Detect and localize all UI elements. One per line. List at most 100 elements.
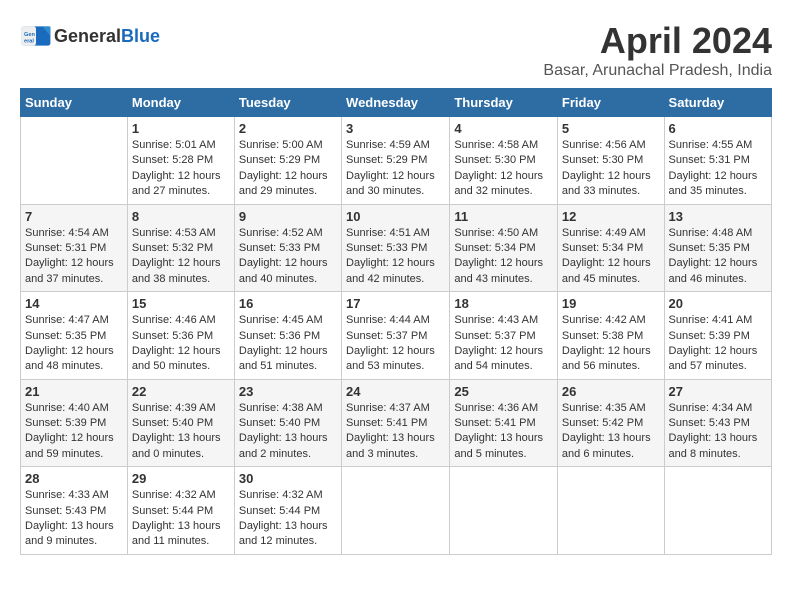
day-number: 14: [25, 296, 123, 311]
calendar-cell: 11 Sunrise: 4:50 AM Sunset: 5:34 PM Dayli…: [450, 204, 558, 292]
logo-blue-text: Blue: [121, 26, 160, 46]
calendar-cell: [21, 117, 128, 205]
day-number: 23: [239, 384, 337, 399]
day-info: Sunrise: 4:43 AM Sunset: 5:37 PM Dayligh…: [454, 313, 553, 375]
day-number: 18: [454, 296, 553, 311]
day-number: 20: [669, 296, 767, 311]
day-info: Sunrise: 5:01 AM Sunset: 5:28 PM Dayligh…: [132, 138, 230, 200]
calendar-cell: 12Sunrise: 4:49 AM Sunset: 5:34 PM Dayli…: [557, 204, 664, 292]
day-number: 27: [669, 384, 767, 399]
logo-general-text: General: [54, 26, 121, 46]
day-info: Sunrise: 4:55 AM Sunset: 5:31 PM Dayligh…: [669, 138, 767, 200]
calendar-cell: 15 Sunrise: 4:46 AM Sunset: 5:36 PM Dayli…: [127, 292, 234, 380]
day-number: 9: [239, 209, 337, 224]
day-info: Sunrise: 4:35 AM Sunset: 5:42 PM Dayligh…: [562, 401, 660, 463]
day-number: 17: [346, 296, 445, 311]
day-number: 26: [562, 384, 660, 399]
week-row-3: 14 Sunrise: 4:47 AM Sunset: 5:35 PM Dayli…: [21, 292, 772, 380]
calendar-cell: [557, 467, 664, 555]
day-info: Sunrise: 4:41 AM Sunset: 5:39 PM Dayligh…: [669, 313, 767, 375]
day-number: 15: [132, 296, 230, 311]
day-info: Sunrise: 4:46 AM Sunset: 5:36 PM Dayligh…: [132, 313, 230, 375]
calendar-cell: [664, 467, 771, 555]
day-number: 30: [239, 471, 337, 486]
calendar-cell: 8 Sunrise: 4:53 AM Sunset: 5:32 PM Daylig…: [127, 204, 234, 292]
day-number: 7: [25, 209, 123, 224]
calendar-cell: 21 Sunrise: 4:40 AM Sunset: 5:39 PM Dayli…: [21, 379, 128, 467]
day-number: 22: [132, 384, 230, 399]
calendar-cell: 9 Sunrise: 4:52 AM Sunset: 5:33 PM Daylig…: [234, 204, 341, 292]
calendar-cell: 19Sunrise: 4:42 AM Sunset: 5:38 PM Dayli…: [557, 292, 664, 380]
calendar-cell: 29 Sunrise: 4:32 AM Sunset: 5:44 PM Dayli…: [127, 467, 234, 555]
column-header-sunday: Sunday: [21, 89, 128, 117]
calendar-cell: [342, 467, 450, 555]
calendar-cell: 13Sunrise: 4:48 AM Sunset: 5:35 PM Dayli…: [664, 204, 771, 292]
day-number: 4: [454, 121, 553, 136]
svg-text:eral: eral: [24, 38, 34, 44]
column-header-tuesday: Tuesday: [234, 89, 341, 117]
day-info: Sunrise: 4:53 AM Sunset: 5:32 PM Dayligh…: [132, 226, 230, 288]
day-info: Sunrise: 4:38 AM Sunset: 5:40 PM Dayligh…: [239, 401, 337, 463]
calendar-cell: 25Sunrise: 4:36 AM Sunset: 5:41 PM Dayli…: [450, 379, 558, 467]
day-number: 2: [239, 121, 337, 136]
day-info: Sunrise: 4:39 AM Sunset: 5:40 PM Dayligh…: [132, 401, 230, 463]
day-info: Sunrise: 4:52 AM Sunset: 5:33 PM Dayligh…: [239, 226, 337, 288]
calendar-cell: 24Sunrise: 4:37 AM Sunset: 5:41 PM Dayli…: [342, 379, 450, 467]
day-number: 3: [346, 121, 445, 136]
day-info: Sunrise: 4:54 AM Sunset: 5:31 PM Dayligh…: [25, 226, 123, 288]
calendar-title: April 2024: [543, 20, 772, 62]
calendar-cell: 26 Sunrise: 4:35 AM Sunset: 5:42 PM Dayli…: [557, 379, 664, 467]
calendar-cell: 4Sunrise: 4:58 AM Sunset: 5:30 PM Daylig…: [450, 117, 558, 205]
column-header-monday: Monday: [127, 89, 234, 117]
calendar-cell: 18 Sunrise: 4:43 AM Sunset: 5:37 PM Dayli…: [450, 292, 558, 380]
day-number: 16: [239, 296, 337, 311]
calendar-cell: 7 Sunrise: 4:54 AM Sunset: 5:31 PM Daylig…: [21, 204, 128, 292]
column-header-wednesday: Wednesday: [342, 89, 450, 117]
day-number: 5: [562, 121, 660, 136]
calendar-cell: 23 Sunrise: 4:38 AM Sunset: 5:40 PM Dayli…: [234, 379, 341, 467]
day-info: Sunrise: 4:59 AM Sunset: 5:29 PM Dayligh…: [346, 138, 445, 200]
day-number: 29: [132, 471, 230, 486]
title-block: April 2024 Basar, Arunachal Pradesh, Ind…: [543, 20, 772, 80]
day-info: Sunrise: 4:37 AM Sunset: 5:41 PM Dayligh…: [346, 401, 445, 463]
day-info: Sunrise: 4:44 AM Sunset: 5:37 PM Dayligh…: [346, 313, 445, 375]
day-number: 6: [669, 121, 767, 136]
week-row-4: 21 Sunrise: 4:40 AM Sunset: 5:39 PM Dayli…: [21, 379, 772, 467]
column-header-friday: Friday: [557, 89, 664, 117]
calendar-cell: 16 Sunrise: 4:45 AM Sunset: 5:36 PM Dayli…: [234, 292, 341, 380]
day-info: Sunrise: 4:51 AM Sunset: 5:33 PM Dayligh…: [346, 226, 445, 288]
day-number: 8: [132, 209, 230, 224]
logo-icon: Gen eral: [20, 20, 52, 52]
calendar-cell: 17 Sunrise: 4:44 AM Sunset: 5:37 PM Dayli…: [342, 292, 450, 380]
calendar-table: SundayMondayTuesdayWednesdayThursdayFrid…: [20, 88, 772, 555]
calendar-cell: 20 Sunrise: 4:41 AM Sunset: 5:39 PM Dayli…: [664, 292, 771, 380]
week-row-5: 28 Sunrise: 4:33 AM Sunset: 5:43 PM Dayli…: [21, 467, 772, 555]
day-info: Sunrise: 4:50 AM Sunset: 5:34 PM Dayligh…: [454, 226, 553, 288]
calendar-cell: 10 Sunrise: 4:51 AM Sunset: 5:33 PM Dayli…: [342, 204, 450, 292]
day-number: 10: [346, 209, 445, 224]
column-header-saturday: Saturday: [664, 89, 771, 117]
day-info: Sunrise: 4:36 AM Sunset: 5:41 PM Dayligh…: [454, 401, 553, 463]
day-info: Sunrise: 4:32 AM Sunset: 5:44 PM Dayligh…: [132, 488, 230, 550]
calendar-cell: 14 Sunrise: 4:47 AM Sunset: 5:35 PM Dayli…: [21, 292, 128, 380]
day-info: Sunrise: 4:48 AM Sunset: 5:35 PM Dayligh…: [669, 226, 767, 288]
day-info: Sunrise: 4:40 AM Sunset: 5:39 PM Dayligh…: [25, 401, 123, 463]
calendar-cell: 5 Sunrise: 4:56 AM Sunset: 5:30 PM Daylig…: [557, 117, 664, 205]
calendar-cell: [450, 467, 558, 555]
calendar-subtitle: Basar, Arunachal Pradesh, India: [543, 62, 772, 80]
day-info: Sunrise: 4:33 AM Sunset: 5:43 PM Dayligh…: [25, 488, 123, 550]
day-number: 11: [454, 209, 553, 224]
calendar-cell: 30 Sunrise: 4:32 AM Sunset: 5:44 PM Dayli…: [234, 467, 341, 555]
day-number: 19: [562, 296, 660, 311]
day-number: 21: [25, 384, 123, 399]
day-info: Sunrise: 4:47 AM Sunset: 5:35 PM Dayligh…: [25, 313, 123, 375]
column-header-thursday: Thursday: [450, 89, 558, 117]
day-number: 1: [132, 121, 230, 136]
day-number: 28: [25, 471, 123, 486]
day-info: Sunrise: 5:00 AM Sunset: 5:29 PM Dayligh…: [239, 138, 337, 200]
day-info: Sunrise: 4:45 AM Sunset: 5:36 PM Dayligh…: [239, 313, 337, 375]
day-info: Sunrise: 4:56 AM Sunset: 5:30 PM Dayligh…: [562, 138, 660, 200]
week-row-1: 1 Sunrise: 5:01 AM Sunset: 5:28 PM Daylig…: [21, 117, 772, 205]
day-info: Sunrise: 4:32 AM Sunset: 5:44 PM Dayligh…: [239, 488, 337, 550]
day-info: Sunrise: 4:49 AM Sunset: 5:34 PM Dayligh…: [562, 226, 660, 288]
